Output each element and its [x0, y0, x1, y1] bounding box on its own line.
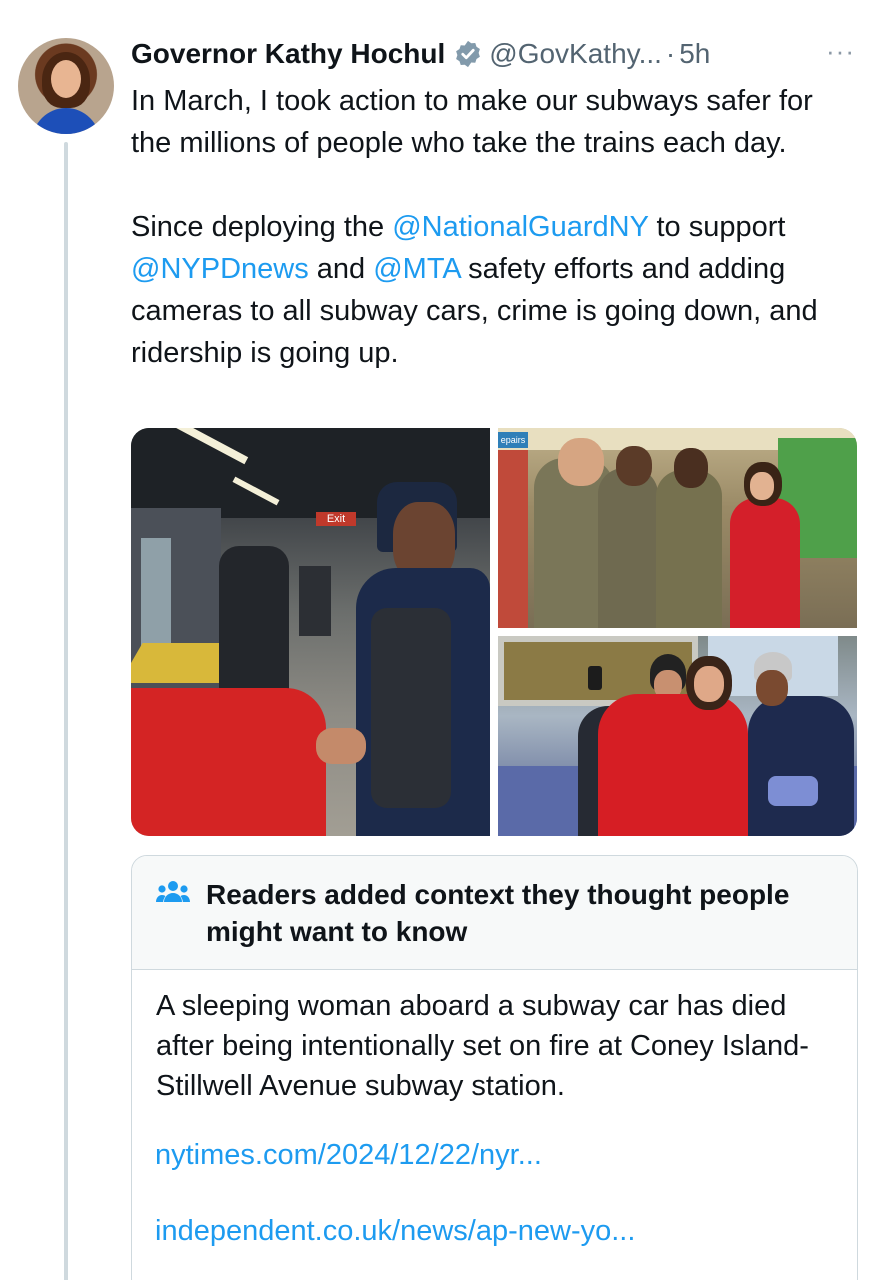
separator-dot: ·: [665, 38, 676, 69]
mention-mta[interactable]: @MTA: [373, 253, 460, 285]
tweet-paragraph-2: Since deploying the @NationalGuardNY to …: [131, 211, 818, 369]
verified-badge-icon: [453, 39, 483, 69]
community-note-title: Readers added context they thought peopl…: [206, 879, 790, 947]
tweet-paragraph-1: In March, I took action to make our subw…: [131, 85, 813, 159]
store-sign: epairs: [498, 432, 528, 448]
exit-sign: Exit: [316, 512, 356, 526]
thread-connector-line: [64, 142, 68, 1280]
tweet-text: In March, I took action to make our subw…: [131, 80, 861, 374]
community-note-body: A sleeping woman aboard a subway car has…: [156, 990, 809, 1102]
photo-national-guard-meeting[interactable]: epairs: [498, 428, 857, 628]
community-notes-icon: [156, 878, 190, 906]
community-note-header: Readers added context they thought peopl…: [132, 856, 857, 970]
source-link-nytimes[interactable]: nytimes.com/2024/12/22/nyr...: [155, 1139, 542, 1172]
mention-national-guard[interactable]: @NationalGuardNY: [392, 211, 648, 243]
photo-subway-platform-handshake[interactable]: Exit: [131, 428, 490, 836]
media-grid: Exit epairs: [131, 428, 857, 836]
mention-nypd[interactable]: @NYPDnews: [131, 253, 309, 285]
author-name[interactable]: Governor Kathy Hochul: [131, 38, 445, 70]
more-options-icon[interactable]: ···: [826, 36, 855, 67]
tweet-timestamp[interactable]: 5h: [679, 38, 710, 70]
tweet-header: Governor Kathy Hochul @GovKathy... · 5h …: [131, 32, 861, 76]
photo-subway-selfie[interactable]: [498, 636, 857, 836]
author-handle[interactable]: @GovKathy...: [489, 38, 662, 70]
source-link-independent[interactable]: independent.co.uk/news/ap-new-yo...: [155, 1215, 635, 1248]
avatar[interactable]: [18, 38, 114, 134]
